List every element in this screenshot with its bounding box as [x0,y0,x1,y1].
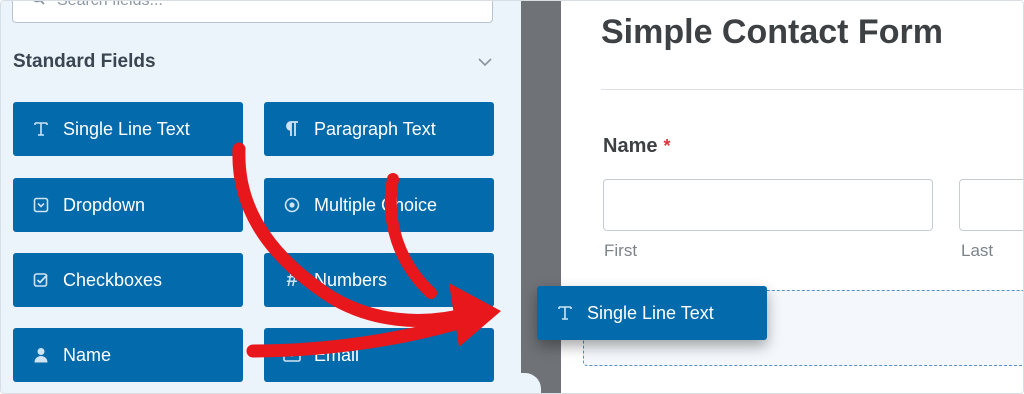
search-icon [33,1,45,5]
field-label: Multiple Choice [314,194,438,215]
name-field-label: Name * [603,135,671,158]
paragraph-text-button[interactable]: Paragraph Text [264,102,494,156]
search-input[interactable] [57,1,457,10]
field-label: Numbers [314,269,388,290]
field-label: Email [314,344,360,365]
field-label: Checkboxes [63,269,163,290]
first-name-input[interactable] [603,179,933,231]
dragged-label: Single Line Text [587,302,714,323]
dropdown-icon [31,195,51,215]
name-button[interactable]: Name [13,328,243,382]
checkbox-icon [31,270,51,290]
fields-panel: Standard Fields Single Line Text Paragra… [1,1,521,393]
field-label: Dropdown [63,194,146,215]
hash-icon: # [286,268,298,291]
last-sublabel: Last [961,241,994,260]
text-field-icon [555,303,575,323]
required-asterisk: * [663,136,671,156]
checkboxes-button[interactable]: Checkboxes [13,253,243,307]
radio-icon [282,195,302,215]
dragged-single-line-text[interactable]: Single Line Text [537,286,767,340]
email-button[interactable]: Email [264,328,494,382]
name-label-text: Name [603,135,658,157]
first-sublabel: First [604,241,638,260]
multiple-choice-button[interactable]: Multiple Choice [264,178,494,232]
field-label: Paragraph Text [314,118,436,139]
envelope-icon [282,345,302,365]
title-divider [601,89,1023,90]
last-name-input[interactable] [959,179,1023,231]
search-field[interactable] [12,1,493,23]
field-label: Single Line Text [63,118,190,139]
user-icon [31,345,51,365]
paragraph-icon [282,119,302,139]
form-builder-window: Standard Fields Single Line Text Paragra… [0,0,1024,394]
single-line-text-button[interactable]: Single Line Text [13,102,243,156]
chevron-down-icon[interactable] [477,54,493,70]
text-field-icon [31,119,51,139]
section-title: Standard Fields [13,51,156,72]
field-label: Name [63,344,112,365]
form-title: Simple Contact Form [601,13,943,51]
dropdown-button[interactable]: Dropdown [13,178,243,232]
numbers-button[interactable]: # Numbers [264,253,494,307]
